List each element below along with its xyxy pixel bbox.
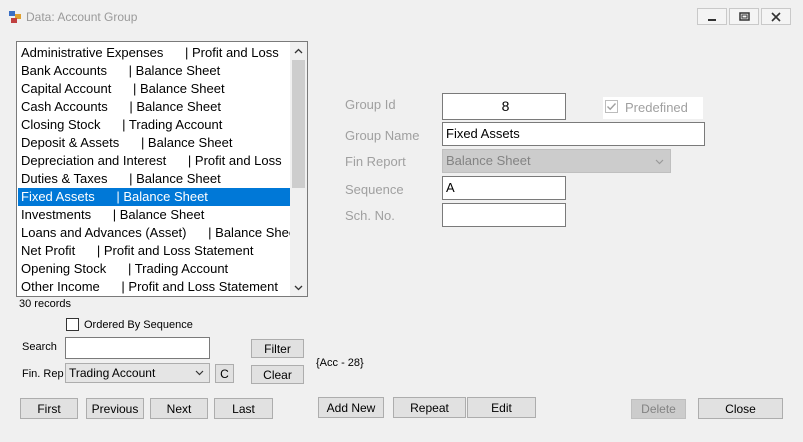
- chevron-down-icon: [294, 285, 303, 290]
- c-button[interactable]: C: [215, 364, 234, 383]
- chevron-down-icon: [655, 159, 664, 165]
- fin-report-selected-value: Balance Sheet: [446, 153, 531, 168]
- close-button[interactable]: Close: [698, 398, 783, 419]
- fin-rep-select[interactable]: Trading Account: [65, 363, 210, 383]
- clear-button[interactable]: Clear: [251, 365, 304, 384]
- search-input[interactable]: [65, 337, 210, 359]
- next-button[interactable]: Next: [150, 398, 208, 419]
- fin-report-select[interactable]: Balance Sheet: [442, 149, 671, 173]
- maximize-button[interactable]: [729, 8, 759, 25]
- title-bar[interactable]: Data: Account Group: [0, 0, 803, 36]
- sch-no-field[interactable]: [442, 203, 566, 227]
- repeat-button[interactable]: Repeat: [393, 397, 466, 418]
- group-name-field[interactable]: Fixed Assets: [442, 122, 705, 146]
- list-item[interactable]: Opening Stock | Trading Account: [18, 260, 290, 278]
- list-item[interactable]: Fixed Assets | Balance Sheet: [18, 188, 290, 206]
- fin-rep-selected-value: Trading Account: [69, 366, 156, 380]
- list-item[interactable]: Closing Stock | Trading Account: [18, 116, 290, 134]
- list-item[interactable]: Other Income | Profit and Loss Statement: [18, 278, 290, 296]
- fin-report-label: Fin Report: [345, 154, 406, 169]
- scroll-up-button[interactable]: [290, 42, 307, 59]
- account-count-info: {Acc - 28}: [316, 357, 364, 369]
- sequence-field[interactable]: A: [442, 176, 566, 200]
- list-item[interactable]: Net Profit | Profit and Loss Statement: [18, 242, 290, 260]
- add-new-button[interactable]: Add New: [318, 397, 384, 418]
- list-item[interactable]: Duties & Taxes | Balance Sheet: [18, 170, 290, 188]
- app-icon: [9, 11, 21, 23]
- ordered-by-sequence-checkbox[interactable]: [66, 318, 79, 331]
- window-title: Data: Account Group: [26, 10, 138, 24]
- sequence-label: Sequence: [345, 182, 404, 197]
- list-item[interactable]: Cash Accounts | Balance Sheet: [18, 98, 290, 116]
- search-label: Search: [22, 341, 57, 353]
- last-button[interactable]: Last: [214, 398, 273, 419]
- list-item[interactable]: Loans and Advances (Asset) | Balance She…: [18, 224, 290, 242]
- sch-no-label: Sch. No.: [345, 208, 395, 223]
- fin-rep-label: Fin. Rep: [22, 368, 64, 380]
- minimize-icon: [708, 18, 716, 21]
- group-id-field[interactable]: 8: [442, 93, 566, 120]
- list-item[interactable]: Capital Account | Balance Sheet: [18, 80, 290, 98]
- close-window-button[interactable]: [761, 8, 791, 25]
- group-id-label: Group Id: [345, 97, 396, 112]
- list-scrollbar[interactable]: [290, 42, 307, 296]
- list-item[interactable]: Depreciation and Interest | Profit and L…: [18, 152, 290, 170]
- predefined-checkbox[interactable]: [605, 100, 618, 113]
- account-group-list[interactable]: Administrative Expenses | Profit and Los…: [16, 41, 308, 297]
- minimize-button[interactable]: [697, 8, 727, 25]
- group-name-label: Group Name: [345, 128, 420, 143]
- ordered-by-sequence-label: Ordered By Sequence: [84, 319, 193, 331]
- predefined-label: Predefined: [625, 100, 688, 115]
- scroll-thumb[interactable]: [292, 60, 305, 188]
- first-button[interactable]: First: [20, 398, 78, 419]
- list-item[interactable]: Bank Accounts | Balance Sheet: [18, 62, 290, 80]
- close-icon: [771, 11, 781, 22]
- chevron-down-icon: [195, 370, 204, 376]
- filter-button[interactable]: Filter: [251, 339, 304, 358]
- record-count: 30 records: [19, 298, 71, 310]
- restore-icon: [738, 11, 750, 21]
- list-item[interactable]: Investments | Balance Sheet: [18, 206, 290, 224]
- list-item[interactable]: Administrative Expenses | Profit and Los…: [18, 44, 290, 62]
- delete-button[interactable]: Delete: [631, 399, 686, 419]
- edit-button[interactable]: Edit: [467, 397, 536, 418]
- scroll-down-button[interactable]: [290, 279, 307, 296]
- previous-button[interactable]: Previous: [86, 398, 144, 419]
- list-item[interactable]: Deposit & Assets | Balance Sheet: [18, 134, 290, 152]
- chevron-up-icon: [294, 48, 303, 53]
